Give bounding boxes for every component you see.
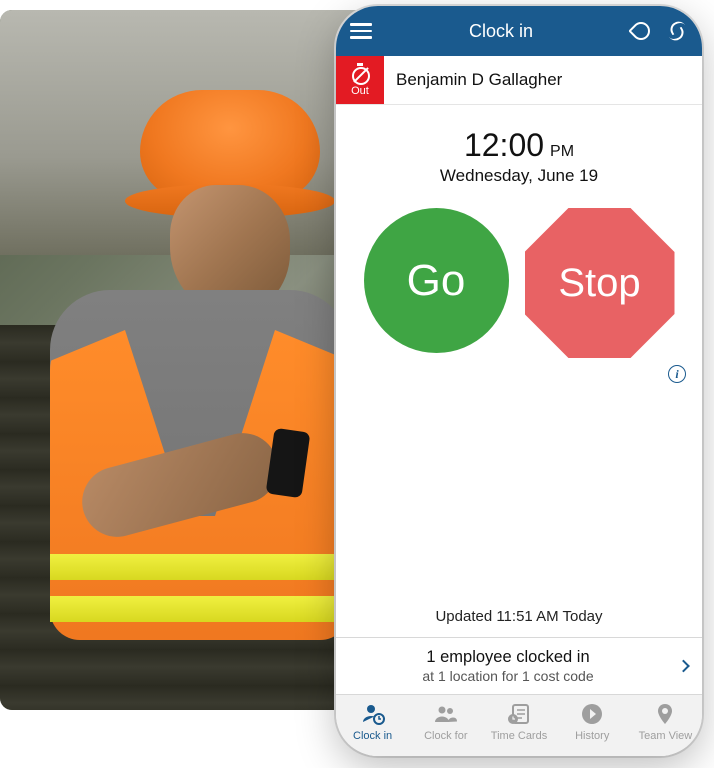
nav-history[interactable]: History (556, 701, 629, 742)
app-header: Clock in (336, 6, 702, 56)
current-time: 12:00 (464, 127, 544, 164)
go-button[interactable]: Go (364, 208, 509, 353)
person-clock-icon (360, 701, 386, 727)
nav-label: Clock in (353, 730, 392, 742)
nav-clock-in[interactable]: Clock in (336, 701, 409, 742)
nav-label: History (575, 730, 609, 742)
gps-icon[interactable] (630, 20, 652, 42)
bottom-nav: Clock in Clock for Time Cards History Te… (336, 695, 702, 756)
user-row: Out Benjamin D Gallagher (336, 56, 702, 105)
nav-time-cards[interactable]: Time Cards (482, 701, 555, 742)
history-icon (579, 701, 605, 727)
nav-label: Time Cards (491, 730, 547, 742)
current-date: Wednesday, June 19 (440, 166, 598, 186)
stopwatch-icon (350, 64, 370, 84)
nav-clock-for[interactable]: Clock for (409, 701, 482, 742)
updated-text: Updated 11:51 AM Today (435, 608, 602, 625)
info-icon[interactable]: i (668, 365, 686, 383)
phone-mockup: Clock in Out Benjamin D Gallagher 12:00 … (336, 6, 702, 756)
summary-sub: at 1 location for 1 cost code (350, 668, 666, 684)
time-card-icon (506, 701, 532, 727)
employees-summary[interactable]: 1 employee clocked in at 1 location for … (336, 637, 702, 695)
sync-icon[interactable] (666, 20, 688, 42)
chevron-right-icon (677, 660, 690, 673)
nav-label: Clock for (424, 730, 467, 742)
menu-icon[interactable] (350, 23, 372, 39)
map-pin-icon (652, 701, 678, 727)
user-name: Benjamin D Gallagher (384, 70, 562, 90)
ampm: PM (550, 143, 574, 161)
clock-status-badge: Out (336, 56, 384, 104)
people-icon (433, 701, 459, 727)
screen-title: Clock in (372, 21, 630, 42)
nav-team-view[interactable]: Team View (629, 701, 702, 742)
nav-label: Team View (639, 730, 693, 742)
status-label: Out (351, 85, 369, 97)
summary-main: 1 employee clocked in (350, 648, 666, 667)
stop-button[interactable]: Stop (525, 208, 675, 358)
worker-figure (20, 90, 370, 640)
main-area: 12:00 PM Wednesday, June 19 Go Stop i Up… (336, 105, 702, 637)
